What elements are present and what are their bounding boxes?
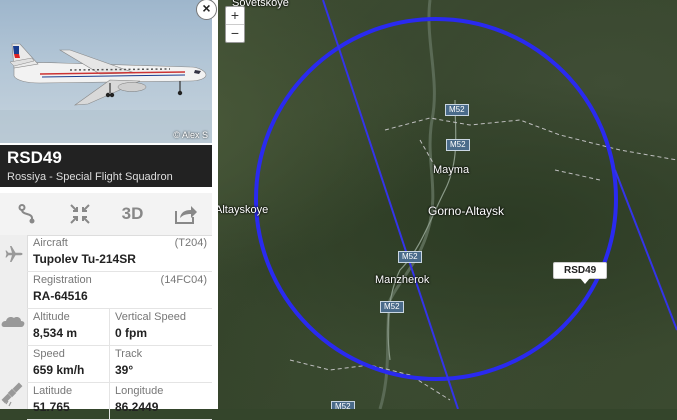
- speed-label: Speed: [33, 348, 65, 360]
- close-button[interactable]: ×: [196, 0, 217, 20]
- flight-info-panel: © Alex S × RSD49 Rossiya - Special Fligh…: [0, 0, 218, 420]
- share-icon: [174, 206, 197, 224]
- 3d-view-button[interactable]: 3D: [106, 193, 159, 235]
- altitude-row: Altitude 8,534 m Vertical Speed 0 fpm: [27, 309, 212, 346]
- aircraft-photo-image: [0, 43, 212, 143]
- center-button[interactable]: [53, 193, 106, 235]
- route-button[interactable]: [0, 193, 53, 235]
- cloud-icon: [1, 317, 25, 327]
- speed-value: 659 km/h: [33, 363, 85, 377]
- route-icon: [18, 204, 34, 224]
- track-label: Track: [115, 348, 143, 360]
- place-mayma: Mayma: [433, 164, 470, 176]
- aircraft-label: Aircraft: [33, 237, 68, 249]
- zoom-control: + −: [225, 6, 245, 43]
- place-manzherok: Manzherok: [375, 274, 430, 286]
- longitude-label: Longitude: [115, 385, 164, 397]
- longitude-value: 86.2449: [115, 400, 159, 414]
- track-value: 39°: [115, 363, 134, 377]
- aircraft-type-code: (T204): [174, 237, 207, 249]
- road-label-m52: M52: [398, 251, 422, 263]
- collapse-arrows-icon: [69, 204, 90, 224]
- zoom-in-button[interactable]: +: [226, 7, 244, 24]
- aircraft-value: Tupolev Tu-214SR: [33, 252, 136, 266]
- registration-value: RA-64516: [33, 289, 88, 303]
- action-bar: 3D: [0, 193, 212, 236]
- road-label-m52: M52: [380, 301, 404, 313]
- vertical-speed-value: 0 fpm: [115, 326, 148, 340]
- place-gorno-altaysk: Gorno-Altaysk: [428, 204, 505, 218]
- position-row: Latitude 51.765 Longitude 86.2449: [27, 383, 212, 420]
- plane-callsign-label[interactable]: RSD49: [553, 262, 608, 284]
- altitude-value: 8,534 m: [33, 326, 78, 340]
- airline-name: Rossiya - Special Flight Squadron: [7, 171, 173, 183]
- registration-code: (14FC04): [160, 274, 207, 286]
- share-button[interactable]: [159, 193, 212, 235]
- road-label-m52: M52: [446, 139, 470, 151]
- airplane-icon: [5, 246, 23, 262]
- aircraft-photo[interactable]: © Alex S: [0, 0, 212, 143]
- altitude-label: Altitude: [33, 311, 70, 323]
- speed-row: Speed 659 km/h Track 39°: [27, 346, 212, 383]
- road-label-m52: M52: [445, 104, 469, 116]
- road-label-m52: M52: [331, 401, 355, 409]
- registration-row: Registration (14FC04) RA-64516: [27, 272, 212, 309]
- track-circle: [254, 17, 618, 381]
- flight-title-bar: RSD49 Rossiya - Special Flight Squadron: [0, 145, 212, 187]
- track-line-right: [614, 169, 677, 331]
- flight-details: Aircraft (T204) Tupolev Tu-214SR Registr…: [27, 235, 212, 420]
- vertical-speed-label: Vertical Speed: [115, 311, 186, 323]
- flight-callsign: RSD49: [7, 148, 62, 167]
- place-altayskoye: Altayskoye: [215, 204, 269, 216]
- photo-credit: © Alex S: [173, 130, 208, 140]
- registration-label: Registration: [33, 274, 92, 286]
- aircraft-row: Aircraft (T204) Tupolev Tu-214SR: [27, 235, 212, 272]
- latitude-value: 51.765: [33, 400, 70, 414]
- latitude-label: Latitude: [33, 385, 73, 397]
- detail-section-icons: [0, 235, 28, 409]
- zoom-out-button[interactable]: −: [226, 24, 244, 42]
- satellite-icon: [1, 382, 23, 407]
